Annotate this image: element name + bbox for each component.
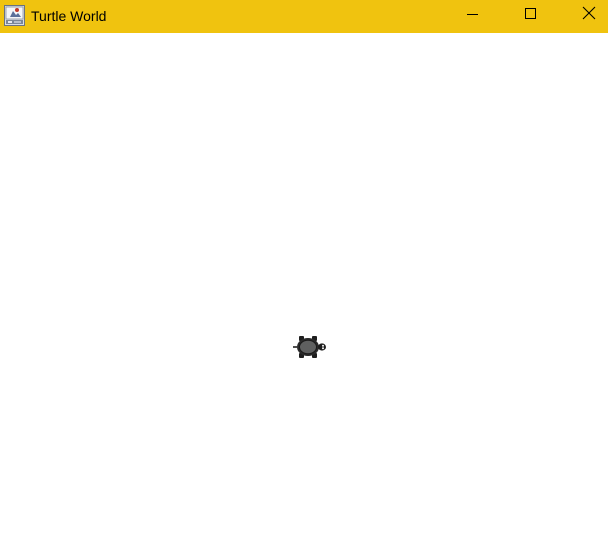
window-title: Turtle World — [31, 8, 107, 24]
maximize-icon — [525, 7, 537, 25]
close-icon — [582, 6, 596, 25]
minimize-icon — [467, 7, 479, 25]
close-button[interactable] — [566, 0, 608, 31]
turtle-world-window: Turtle World — [0, 0, 608, 541]
java-app-icon[interactable] — [4, 5, 25, 26]
maximize-button[interactable] — [508, 0, 554, 31]
turtle-canvas[interactable] — [0, 33, 608, 541]
minimize-button[interactable] — [450, 0, 496, 31]
turtle-icon — [292, 333, 328, 361]
title-bar[interactable]: Turtle World — [0, 0, 608, 33]
